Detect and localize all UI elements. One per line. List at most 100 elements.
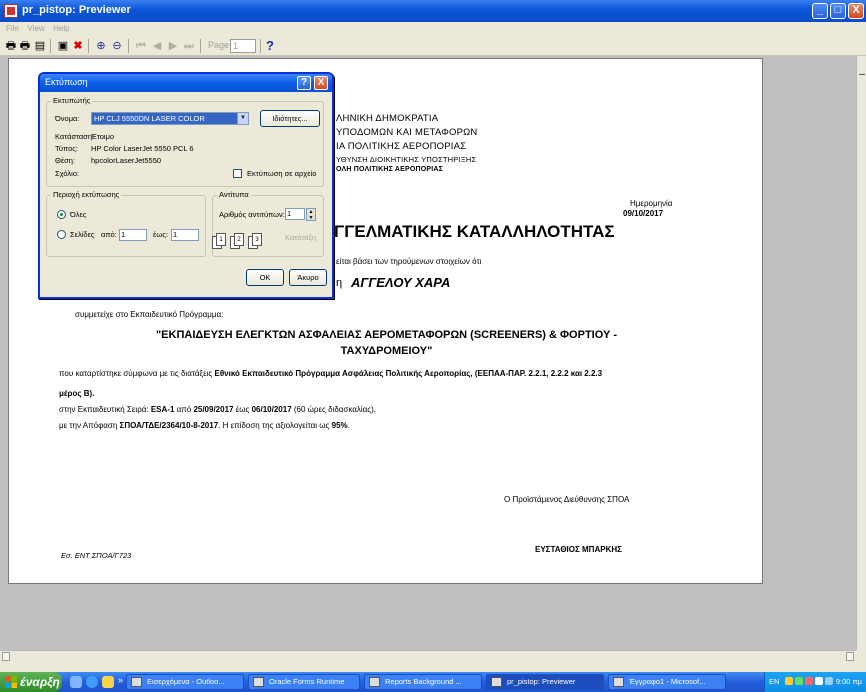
vertical-scrollbar[interactable] xyxy=(856,56,866,650)
chevron-down-icon[interactable]: ▼ xyxy=(237,113,248,124)
horizontal-scrollbar[interactable] xyxy=(0,650,856,662)
clock: 9:00 πμ xyxy=(835,677,862,686)
compiled-text: που καταρτίστηκε σύμφωνα με τις διατάξει… xyxy=(59,369,602,378)
menu-help[interactable]: Help xyxy=(53,22,69,36)
scroll-left-button[interactable] xyxy=(2,652,10,661)
tray-icon[interactable] xyxy=(825,677,833,685)
windows-logo-icon xyxy=(5,676,17,688)
compiled-text-2: μέρος Β). xyxy=(59,389,94,398)
close-preview-icon[interactable]: ▣ xyxy=(56,39,70,53)
dialog-title-bar[interactable]: Εκτύπωση ? X xyxy=(40,74,332,92)
to-page-input[interactable]: 1 xyxy=(171,229,199,241)
series-to: έως xyxy=(233,405,252,414)
series-end: 06/10/2017 xyxy=(251,405,292,414)
print-setup-icon[interactable]: 🖶 xyxy=(18,39,32,53)
first-page-icon[interactable]: ⏮ xyxy=(134,39,148,53)
title-bar[interactable]: pr_pistop: Previewer _ □ X xyxy=(0,0,866,22)
copies-spinner[interactable]: ▲ ▼ xyxy=(306,208,316,221)
page-range-label[interactable]: Σελίδες xyxy=(70,230,95,239)
toolbar-separator xyxy=(128,39,129,53)
properties-button[interactable]: Ιδιότητες... xyxy=(260,110,320,127)
from-label: από: xyxy=(101,230,117,239)
last-page-icon[interactable]: ⏭ xyxy=(182,39,196,53)
series-start: 25/09/2017 xyxy=(193,405,234,414)
name-prefix: η xyxy=(336,277,343,289)
header-line-2: ΥΠΟΔΟΜΩΝ ΚΑΙ ΜΕΤΑΦΟΡΩΝ xyxy=(336,127,478,138)
quick-launch-more[interactable]: » xyxy=(118,675,123,685)
series-hours: (60 ώρες διδασκαλίας), xyxy=(291,405,377,414)
from-page-input[interactable]: 1 xyxy=(119,229,147,241)
print-dialog[interactable]: Εκτύπωση ? X Εκτυπωτής Όνομα: HP CLJ 555… xyxy=(38,72,334,299)
next-page-icon[interactable]: ▶ xyxy=(166,39,180,53)
maximize-button[interactable]: □ xyxy=(830,3,846,19)
decision-text: με την Απόφαση ΣΠΟΑ/ΤΔΕ/2364/10-8-2017. … xyxy=(59,421,350,430)
menu-bar: File View Help xyxy=(0,22,866,36)
dialog-help-button[interactable]: ? xyxy=(297,76,311,90)
all-pages-label[interactable]: Όλες xyxy=(70,210,87,219)
help-icon[interactable]: ? xyxy=(266,38,274,53)
print-to-file-label[interactable]: Εκτύπωση σε αρχείο xyxy=(247,169,316,178)
tray-icon[interactable] xyxy=(805,677,813,685)
app-icon xyxy=(4,4,18,18)
start-button[interactable]: έναρξη xyxy=(0,672,62,692)
export-icon[interactable]: ▤ xyxy=(33,39,47,53)
task-word[interactable]: Έγγραφο1 - Microsof... xyxy=(608,674,726,690)
menu-file[interactable]: File xyxy=(6,22,19,36)
where-label: Θέση: xyxy=(55,156,76,165)
task-outlook[interactable]: Εισερχόμενα - Outloo... xyxy=(126,674,244,690)
copies-input[interactable]: 1 xyxy=(285,208,305,220)
signature-name: ΕΥΣΤΑΘΙΟΣ ΜΠΑΡΚΗΣ xyxy=(535,545,622,554)
all-pages-radio[interactable] xyxy=(57,210,66,219)
task-previewer[interactable]: pr_pistop: Previewer xyxy=(486,674,604,690)
compiled-prefix: που καταρτίστηκε σύμφωνα με τις διατάξει… xyxy=(59,369,215,378)
task-label: pr_pistop: Previewer xyxy=(507,677,576,686)
menu-view[interactable]: View xyxy=(27,22,44,36)
decision-end: . xyxy=(347,421,350,430)
dialog-close-button[interactable]: X xyxy=(314,76,328,90)
task-label: Reports Background ... xyxy=(385,677,462,686)
page-number-input[interactable]: 1 xyxy=(230,39,256,53)
collate-label[interactable]: Κατάταξη xyxy=(285,233,316,242)
series-from: από xyxy=(174,405,194,414)
toolbar-separator xyxy=(260,39,261,53)
ok-button[interactable]: OK xyxy=(246,269,284,286)
show-desktop-icon[interactable] xyxy=(70,676,82,688)
scroll-thumb-mark xyxy=(859,74,865,75)
cancel-button[interactable]: Άκυρο xyxy=(289,269,327,286)
word-icon xyxy=(613,677,624,687)
task-label: Εισερχόμενα - Outloo... xyxy=(147,677,225,686)
task-label: Oracle Forms Runtime xyxy=(269,677,345,686)
zoom-out-icon[interactable]: ⊖ xyxy=(110,39,124,53)
decision-mid: . Η επίδοση της αξιολογείται ως xyxy=(218,421,332,430)
print-to-file-checkbox[interactable] xyxy=(233,169,242,178)
minimize-button[interactable]: _ xyxy=(812,3,828,19)
scroll-right-button[interactable] xyxy=(846,652,854,661)
program-title-line-1: "ΕΚΠΑΙΔΕΥΣΗ ΕΛΕΓΚΤΩΝ ΑΣΦΑΛΕΙΑΣ ΑΕΡΟΜΕΤΑΦ… xyxy=(155,329,618,341)
taskbar: έναρξη » Εισερχόμενα - Outloo... Oracle … xyxy=(0,672,866,692)
cancel-icon[interactable]: ✖ xyxy=(71,39,85,53)
page-range-radio[interactable] xyxy=(57,230,66,239)
task-reports-background[interactable]: Reports Background ... xyxy=(364,674,482,690)
decision-score: 95% xyxy=(331,421,348,430)
printer-select[interactable]: HP CLJ 5550DN LASER COLOR ▼ xyxy=(91,112,249,125)
signature-title: Ο Προϊστάμενος Διεύθυνσης ΣΠΟΑ xyxy=(504,495,630,504)
outlook-icon[interactable] xyxy=(102,676,114,688)
close-button[interactable]: X xyxy=(848,3,864,19)
print-range-group: Περιοχή εκτύπωσης Όλες Σελίδες από: 1 έω… xyxy=(46,190,206,257)
decision-code: ΣΠΟΑ/ΤΔΕ/2364/10-8-2017 xyxy=(119,421,219,430)
prev-page-icon[interactable]: ◀ xyxy=(150,39,164,53)
sheet-icon: 2 xyxy=(234,233,244,246)
task-oracle-forms[interactable]: Oracle Forms Runtime xyxy=(248,674,360,690)
zoom-in-icon[interactable]: ⊕ xyxy=(94,39,108,53)
tray-icon[interactable] xyxy=(815,677,823,685)
header-line-5: ΟΛΗ ΠΟΛΙΤΙΚΗΣ ΑΕΡΟΠΟΡΙΑΣ xyxy=(336,166,444,173)
sheet-icon: 1 xyxy=(216,233,226,246)
printer-name-label: Όνομα: xyxy=(55,114,80,123)
printer-select-value: HP CLJ 5550DN LASER COLOR xyxy=(94,114,205,123)
language-indicator[interactable]: EN xyxy=(769,677,779,686)
tray-icon[interactable] xyxy=(785,677,793,685)
internet-explorer-icon[interactable] xyxy=(86,676,98,688)
tray-icon[interactable] xyxy=(795,677,803,685)
type-label: Τύπος: xyxy=(55,144,78,153)
printer-icon[interactable]: 🖶 xyxy=(4,39,18,53)
